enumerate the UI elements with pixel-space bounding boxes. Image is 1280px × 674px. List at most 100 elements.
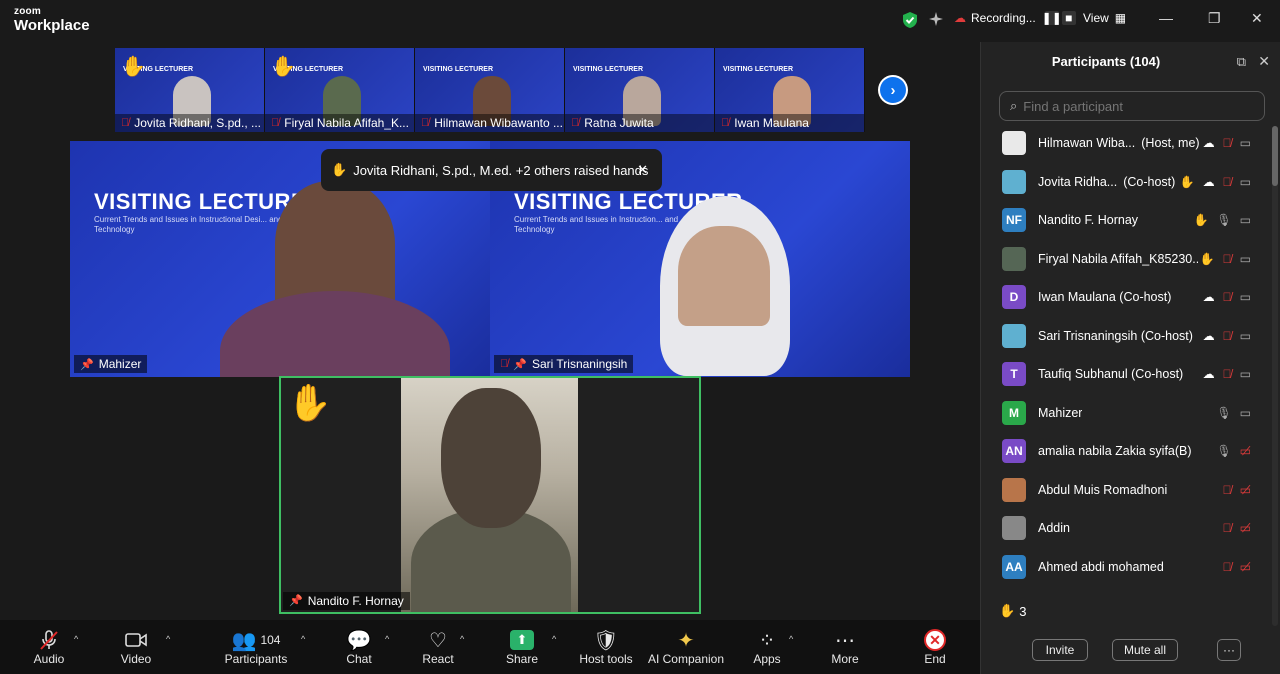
chevron-up-icon[interactable]: ^ <box>460 634 464 644</box>
thumbnail-tile[interactable]: VISITING LECTURER 🎙̸ Hilmawan Wibawanto .… <box>415 48 565 132</box>
mic-muted-icon[interactable]: 🎙̸ <box>1223 483 1232 497</box>
chevron-up-icon[interactable]: ^ <box>166 634 170 644</box>
mic-muted-icon[interactable]: 🎙̸ <box>1223 290 1232 304</box>
participant-search[interactable]: ⌕ <box>999 91 1265 121</box>
camera-icon[interactable]: ▭ <box>1240 367 1251 381</box>
close-window-icon[interactable]: ✕ <box>1251 10 1263 27</box>
banner-subtitle: Current Trends and Issues in Instruction… <box>514 215 679 235</box>
mic-muted-icon[interactable]: 🎙̸ <box>1223 175 1232 189</box>
avatar: D <box>1002 285 1026 310</box>
scrollbar[interactable] <box>1272 126 1278 626</box>
camera-icon[interactable]: ▭ <box>1240 213 1251 227</box>
camera-off-icon[interactable]: ▭̸ <box>1240 521 1251 535</box>
participant-row[interactable]: Jovita Ridha... (Co-host) ✋ ☁ 🎙̸ ▭ <box>981 163 1271 202</box>
mic-muted-icon[interactable]: 🎙̸ <box>1223 367 1232 381</box>
camera-off-icon[interactable]: ▭̸ <box>1240 444 1251 458</box>
recording-indicator[interactable]: ☁ Recording... ❚❚ ■ <box>954 11 1076 25</box>
participant-row[interactable]: T Taufiq Subhanul (Co-host) ☁ 🎙̸ ▭ <box>981 355 1271 394</box>
close-panel-icon[interactable]: ✕ <box>1258 53 1270 70</box>
participant-name: Iwan Maulana (Co-host) <box>1038 290 1172 305</box>
camera-icon <box>124 628 148 652</box>
restore-icon[interactable]: ❐ <box>1208 10 1221 27</box>
close-notification-icon[interactable]: ✕ <box>637 162 648 178</box>
participant-row[interactable]: AN amalia nabila Zakia syifa(B) 🎙 ▭̸ <box>981 432 1271 471</box>
invite-button[interactable]: Invite <box>1032 639 1088 661</box>
chat-button[interactable]: 💬 Chat <box>340 620 378 674</box>
end-button[interactable]: ✕ End <box>916 620 954 674</box>
chevron-up-icon[interactable]: ^ <box>552 634 556 644</box>
participant-row[interactable]: M Mahizer 🎙 ▭ <box>981 394 1271 433</box>
audio-button[interactable]: Audio <box>28 620 70 674</box>
mic-muted-icon[interactable]: 🎙̸ <box>1223 252 1232 266</box>
minimize-icon[interactable]: — <box>1159 10 1173 26</box>
view-button[interactable]: View ▦ <box>1083 11 1126 25</box>
recording-cloud-icon: ☁ <box>954 11 966 25</box>
mic-muted-icon[interactable]: 🎙̸ <box>1223 560 1232 574</box>
participant-name: Nandito F. Hornay <box>307 594 404 608</box>
popout-icon[interactable]: ⧉ <box>1237 54 1246 70</box>
mic-icon[interactable]: 🎙 <box>1216 406 1231 420</box>
camera-off-icon[interactable]: ▭̸ <box>1240 560 1251 574</box>
thumbnail-tile[interactable]: VISITING LECTURER 🎙̸ Iwan Maulana <box>715 48 865 132</box>
view-label: View <box>1083 11 1109 25</box>
search-input[interactable] <box>1023 98 1254 114</box>
mic-icon[interactable]: 🎙 <box>1216 213 1231 227</box>
camera-icon[interactable]: ▭ <box>1240 329 1251 343</box>
mic-muted-icon[interactable]: 🎙̸ <box>1223 136 1232 150</box>
camera-off-icon[interactable]: ▭̸ <box>1240 483 1251 497</box>
thumbnail-tile[interactable]: VISITING LECTURER ✋ 🎙̸ Jovita Ridhani, S.… <box>115 48 265 132</box>
mic-icon[interactable]: 🎙 <box>1216 444 1231 458</box>
participant-face <box>678 226 770 326</box>
camera-icon[interactable]: ▭ <box>1240 136 1251 150</box>
chevron-up-icon[interactable]: ^ <box>74 634 78 644</box>
participant-row[interactable]: D Iwan Maulana (Co-host) ☁ 🎙̸ ▭ <box>981 278 1271 317</box>
participants-button[interactable]: 👥 104 Participants <box>222 620 290 674</box>
video-button[interactable]: Video <box>116 620 156 674</box>
share-label: Share <box>505 652 539 666</box>
camera-icon[interactable]: ▭ <box>1240 290 1251 304</box>
thumbnail-tile[interactable]: VISITING LECTURER ✋ 🎙̸ Firyal Nabila Afif… <box>265 48 415 132</box>
ai-companion-button[interactable]: ✦ AI Companion <box>646 620 726 674</box>
video-tile-nandito[interactable]: ✋ 📌 Nandito F. Hornay <box>279 376 701 614</box>
mic-muted-icon[interactable]: 🎙̸ <box>1223 521 1232 535</box>
next-page-button[interactable]: › <box>878 75 908 105</box>
participant-row[interactable]: Abdul Muis Romadhoni 🎙̸ ▭̸ <box>981 471 1271 510</box>
participant-status-icons: 🎙̸ ▭̸ <box>1223 509 1251 547</box>
participant-row[interactable]: Hilmawan Wiba... (Host, me) ☁ 🎙̸ ▭ <box>981 124 1271 163</box>
chevron-up-icon[interactable]: ^ <box>385 634 389 644</box>
chevron-up-icon[interactable]: ^ <box>301 634 305 644</box>
participant-name: Ratna Juwita <box>584 116 654 130</box>
host-tools-button[interactable]: 🛡 Host tools <box>576 620 636 674</box>
participant-row[interactable]: Sari Trisnaningsih (Co-host) ☁ 🎙̸ ▭ <box>981 317 1271 356</box>
stop-recording-icon[interactable]: ■ <box>1061 11 1076 25</box>
participant-row[interactable]: Firyal Nabila Afifah_K85230... ✋ 🎙̸ ▭ <box>981 240 1271 279</box>
avatar <box>1002 169 1026 194</box>
name-tag: 📌 Nandito F. Hornay <box>283 592 410 610</box>
pin-icon: 📌 <box>80 358 94 371</box>
ai-sparkle-icon[interactable] <box>928 11 944 32</box>
apps-button[interactable]: ⁘ Apps <box>748 620 786 674</box>
camera-icon[interactable]: ▭ <box>1240 252 1251 266</box>
share-button[interactable]: ⬆ Share <box>502 620 542 674</box>
mic-muted-icon: 🎙̸ <box>571 117 580 129</box>
thumbnail-tile[interactable]: VISITING LECTURER 🎙̸ Ratna Juwita <box>565 48 715 132</box>
mic-muted-icon[interactable]: 🎙̸ <box>1223 329 1232 343</box>
raised-hands-count: ✋ 3 <box>999 603 1026 619</box>
scrollbar-thumb[interactable] <box>1272 126 1278 186</box>
raised-count: 3 <box>1019 603 1027 619</box>
participant-row[interactable]: AA Ahmed abdi mohamed 🎙̸ ▭̸ <box>981 548 1271 587</box>
chevron-up-icon[interactable]: ^ <box>789 634 793 644</box>
pause-recording-icon[interactable]: ❚❚ <box>1042 11 1062 25</box>
participant-name: Firyal Nabila Afifah_K... <box>284 116 409 130</box>
camera-icon[interactable]: ▭ <box>1240 406 1251 420</box>
react-button[interactable]: ♡ React <box>418 620 458 674</box>
raised-hands-notification[interactable]: ✋ Jovita Ridhani, S.pd., M.ed. +2 others… <box>321 149 662 191</box>
participant-row[interactable]: Addin 🎙̸ ▭̸ <box>981 509 1271 548</box>
mute-all-button[interactable]: Mute all <box>1112 639 1178 661</box>
more-options-button[interactable]: ··· <box>1217 639 1241 661</box>
more-button[interactable]: ⋯ More <box>826 620 864 674</box>
camera-icon[interactable]: ▭ <box>1240 175 1251 189</box>
encryption-shield-icon[interactable] <box>902 11 918 34</box>
participant-row[interactable]: NF Nandito F. Hornay ✋ 🎙 ▭ <box>981 201 1271 240</box>
participant-name: Nandito F. Hornay <box>1038 213 1139 228</box>
